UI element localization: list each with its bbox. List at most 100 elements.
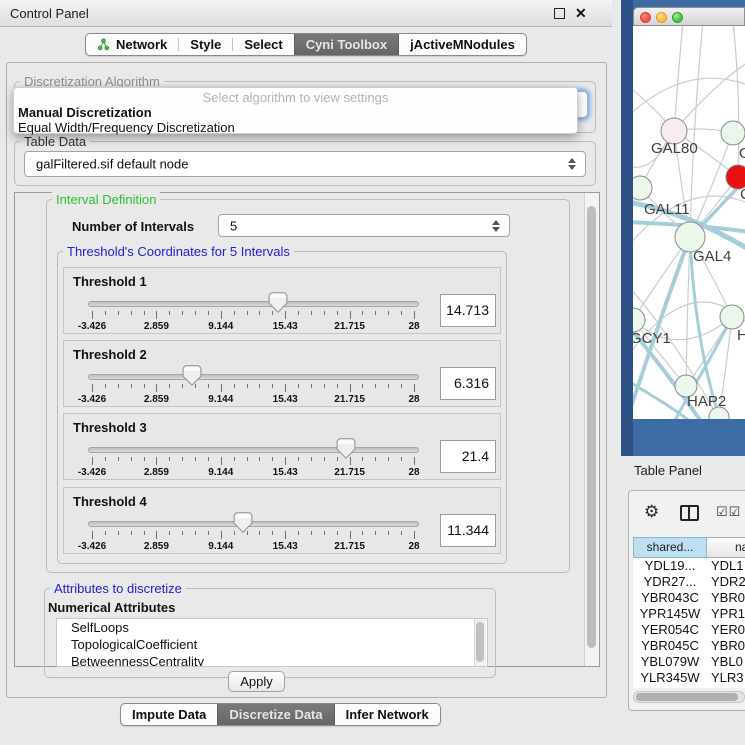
tick-mark	[156, 384, 157, 392]
threshold-slider-track[interactable]	[88, 374, 419, 380]
settings-scrollbar-thumb[interactable]	[587, 206, 596, 648]
column-header-shared-name[interactable]: shared...	[633, 537, 707, 558]
network-node[interactable]	[720, 305, 744, 329]
tick-label: -3.426	[78, 321, 106, 332]
tick-mark	[388, 457, 389, 461]
cell-name: YBR0	[707, 590, 745, 606]
table-row[interactable]: YIL053CYIL0	[633, 686, 745, 688]
cell-name: YPR1	[707, 606, 745, 622]
network-node[interactable]	[633, 176, 652, 200]
threshold-value-field[interactable]: 11.344	[440, 514, 496, 547]
algorithm-option[interactable]: Equal Width/Frequency Discretization	[18, 120, 235, 135]
table-row[interactable]: YDL19...YDL1	[633, 558, 745, 574]
tick-label: 9.144	[208, 321, 233, 332]
threshold-slider-thumb[interactable]	[268, 292, 288, 313]
threshold-value-field[interactable]: 21.4	[440, 440, 496, 473]
tick-mark	[298, 311, 299, 315]
tick-label: 15.43	[273, 321, 298, 332]
node-label: GCY1	[633, 330, 671, 347]
close-icon[interactable]: ✕	[575, 5, 587, 22]
network-edge[interactable]	[690, 26, 703, 237]
number-of-intervals-combobox[interactable]: 5	[218, 214, 510, 237]
attribute-list-item[interactable]: BetweennessCentrality	[57, 653, 487, 667]
table-row[interactable]: YBR045CYBR0	[633, 638, 745, 654]
tick-mark	[414, 457, 415, 465]
algorithm-option[interactable]: Manual Discretization	[18, 105, 152, 120]
network-edge[interactable]	[733, 26, 739, 177]
threshold-value-field[interactable]: 6.316	[440, 367, 496, 400]
tick-label: 15.43	[273, 541, 298, 552]
tick-mark	[131, 384, 132, 388]
split-columns-icon[interactable]	[680, 505, 699, 521]
threshold-slider-thumb[interactable]	[233, 512, 253, 533]
threshold-slider-track[interactable]	[88, 447, 419, 453]
attribute-list-item[interactable]: SelfLoops	[57, 619, 487, 636]
table-row[interactable]: YER054CYER0	[633, 622, 745, 638]
tick-mark	[298, 457, 299, 461]
tab-style[interactable]: Style	[179, 34, 232, 55]
cell-shared-name: YDR27...	[633, 574, 707, 590]
control-panel-tabbar: NetworkStyleSelectCyni ToolboxjActiveMNo…	[85, 33, 527, 56]
attribute-list-item[interactable]: TopologicalCoefficient	[57, 636, 487, 653]
tick-mark	[362, 457, 363, 461]
tick-mark	[234, 457, 235, 461]
tick-mark	[169, 311, 170, 315]
table-row[interactable]: YBR043CYBR0	[633, 590, 745, 606]
tab-jactivemnodules[interactable]: jActiveMNodules	[399, 34, 526, 55]
threshold-slider-track[interactable]	[88, 521, 419, 527]
float-window-icon[interactable]	[554, 8, 565, 19]
tick-mark	[414, 384, 415, 392]
slider-ticks	[92, 384, 414, 392]
threshold-value-field[interactable]: 14.713	[440, 294, 496, 327]
tick-mark	[311, 311, 312, 315]
tick-label: 28	[408, 394, 419, 405]
tab-select[interactable]: Select	[233, 34, 293, 55]
tick-label: 21.715	[334, 467, 365, 478]
tab-cyni-toolbox[interactable]: Cyni Toolbox	[294, 34, 399, 55]
numerical-attributes-list[interactable]: SelfLoopsTopologicalCoefficientBetweenne…	[56, 618, 488, 667]
cell-shared-name: YDL19...	[633, 558, 707, 574]
tab-impute-data[interactable]: Impute Data	[121, 704, 217, 725]
select-columns-icon[interactable]: ☑☑	[716, 504, 741, 520]
gear-icon[interactable]: ⚙	[644, 502, 659, 522]
node-label: HAP2	[687, 393, 726, 410]
tab-network[interactable]: Network	[86, 34, 178, 55]
tab-infer-network[interactable]: Infer Network	[335, 704, 440, 725]
tick-mark	[272, 384, 273, 388]
table-horizontal-scrollbar-thumb[interactable]	[636, 693, 738, 701]
tick-mark	[375, 531, 376, 535]
tick-label: 15.43	[273, 467, 298, 478]
network-icon	[97, 38, 110, 51]
attributes-scrollbar-thumb[interactable]	[476, 622, 484, 662]
threshold-slider-track[interactable]	[88, 301, 419, 307]
traffic-light-minimize-icon[interactable]	[656, 12, 667, 23]
traffic-light-zoom-icon[interactable]	[672, 12, 683, 23]
network-view-canvas[interactable]: GAL80GACGAL11GAL4GCY1HHAP2	[633, 26, 745, 419]
tick-mark	[221, 311, 222, 319]
traffic-light-close-icon[interactable]	[640, 12, 651, 23]
table-row[interactable]: YBL079WYBL0	[633, 654, 745, 670]
tick-mark	[195, 311, 196, 315]
slider-tick-labels: -3.4262.8599.14415.4321.71528	[92, 394, 414, 405]
network-edge[interactable]	[674, 61, 745, 131]
network-edge[interactable]	[633, 78, 745, 116]
threshold-slider-thumb[interactable]	[182, 365, 202, 386]
apply-button[interactable]: Apply	[228, 671, 285, 692]
threshold-slider-thumb[interactable]	[336, 438, 356, 459]
table-data-combobox[interactable]: galFiltered.sif default node	[24, 151, 586, 177]
cell-shared-name: YLR345W	[633, 670, 707, 686]
tick-mark	[324, 311, 325, 315]
tick-mark	[144, 531, 145, 535]
tick-mark	[401, 457, 402, 461]
tick-mark	[337, 384, 338, 388]
table-data-title: Table Data	[20, 134, 90, 149]
table-row[interactable]: YLR345WYLR3	[633, 670, 745, 686]
table-row[interactable]: YDR27...YDR2	[633, 574, 745, 590]
column-header-name[interactable]: na	[707, 537, 745, 558]
tick-mark	[195, 531, 196, 535]
tab-discretize-data[interactable]: Discretize Data	[217, 704, 334, 725]
table-row[interactable]: YPR145WYPR1	[633, 606, 745, 622]
network-edge[interactable]	[674, 26, 683, 131]
network-node[interactable]	[721, 121, 745, 145]
tick-mark	[388, 311, 389, 315]
